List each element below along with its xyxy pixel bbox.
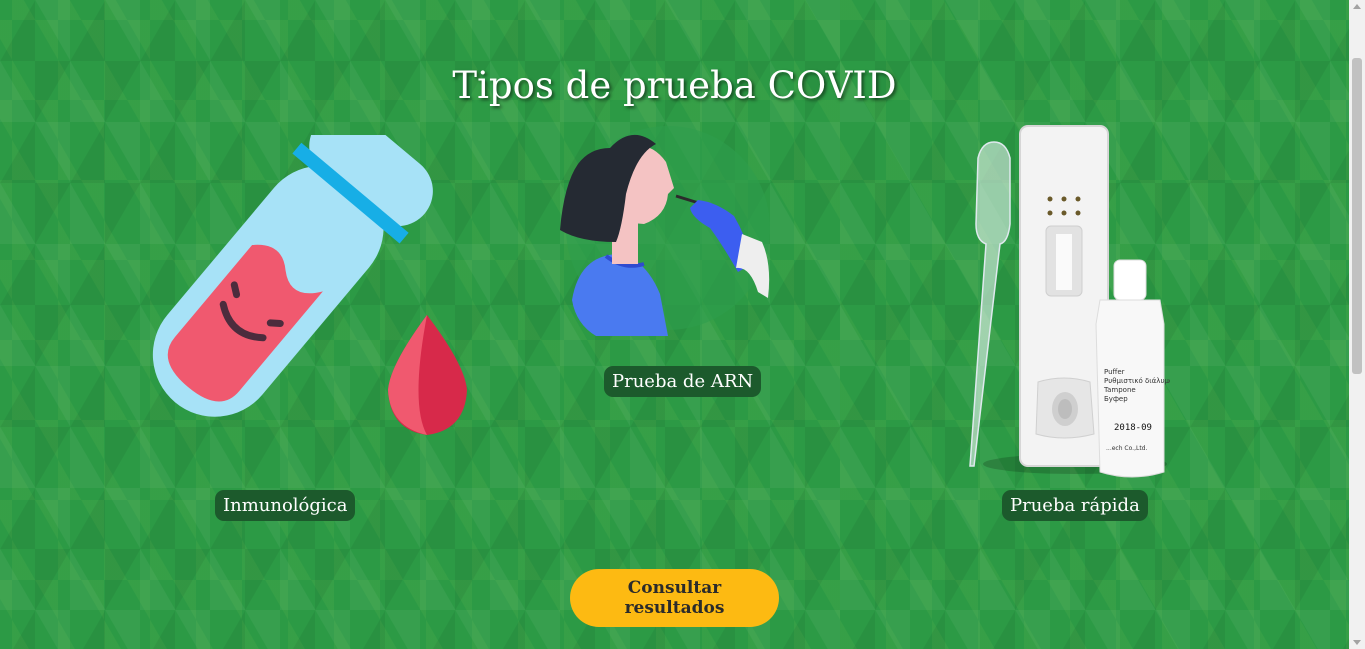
kit-label-line-3: Tampone [1103, 386, 1136, 394]
caption-prueba-rapida: Prueba rápida [1002, 490, 1148, 521]
rapid-test-kit-icon: Puffer Ρυθμιστικό διάλυμα Tampone Буфер … [969, 125, 1170, 478]
page-title: Tipos de prueba COVID [452, 64, 897, 107]
vertical-scrollbar[interactable] [1349, 0, 1365, 649]
scrollbar-thumb[interactable] [1352, 58, 1362, 374]
page: Tipos de prueba COVID Puffer Ρυθμιστικό … [0, 0, 1349, 649]
scroll-up-arrow-icon[interactable] [1353, 4, 1361, 9]
kit-label-line-2: Ρυθμιστικό διάλυμα [1104, 377, 1170, 385]
kit-manufacturer: ...ech Co.,Ltd. [1106, 445, 1147, 452]
caption-prueba-arn: Prueba de ARN [604, 366, 762, 397]
nasal-swab-icon [560, 126, 770, 336]
kit-label-line-1: Puffer [1104, 368, 1125, 376]
scroll-down-arrow-icon[interactable] [1353, 640, 1361, 645]
kit-label-line-4: Буфер [1104, 395, 1128, 403]
consultar-resultados-button[interactable]: Consultar resultados [570, 569, 779, 627]
kit-lot-number: 2018-09 [1114, 423, 1152, 433]
caption-inmunologica: Inmunológica [215, 490, 356, 521]
test-tube-blood-icon [152, 135, 467, 435]
